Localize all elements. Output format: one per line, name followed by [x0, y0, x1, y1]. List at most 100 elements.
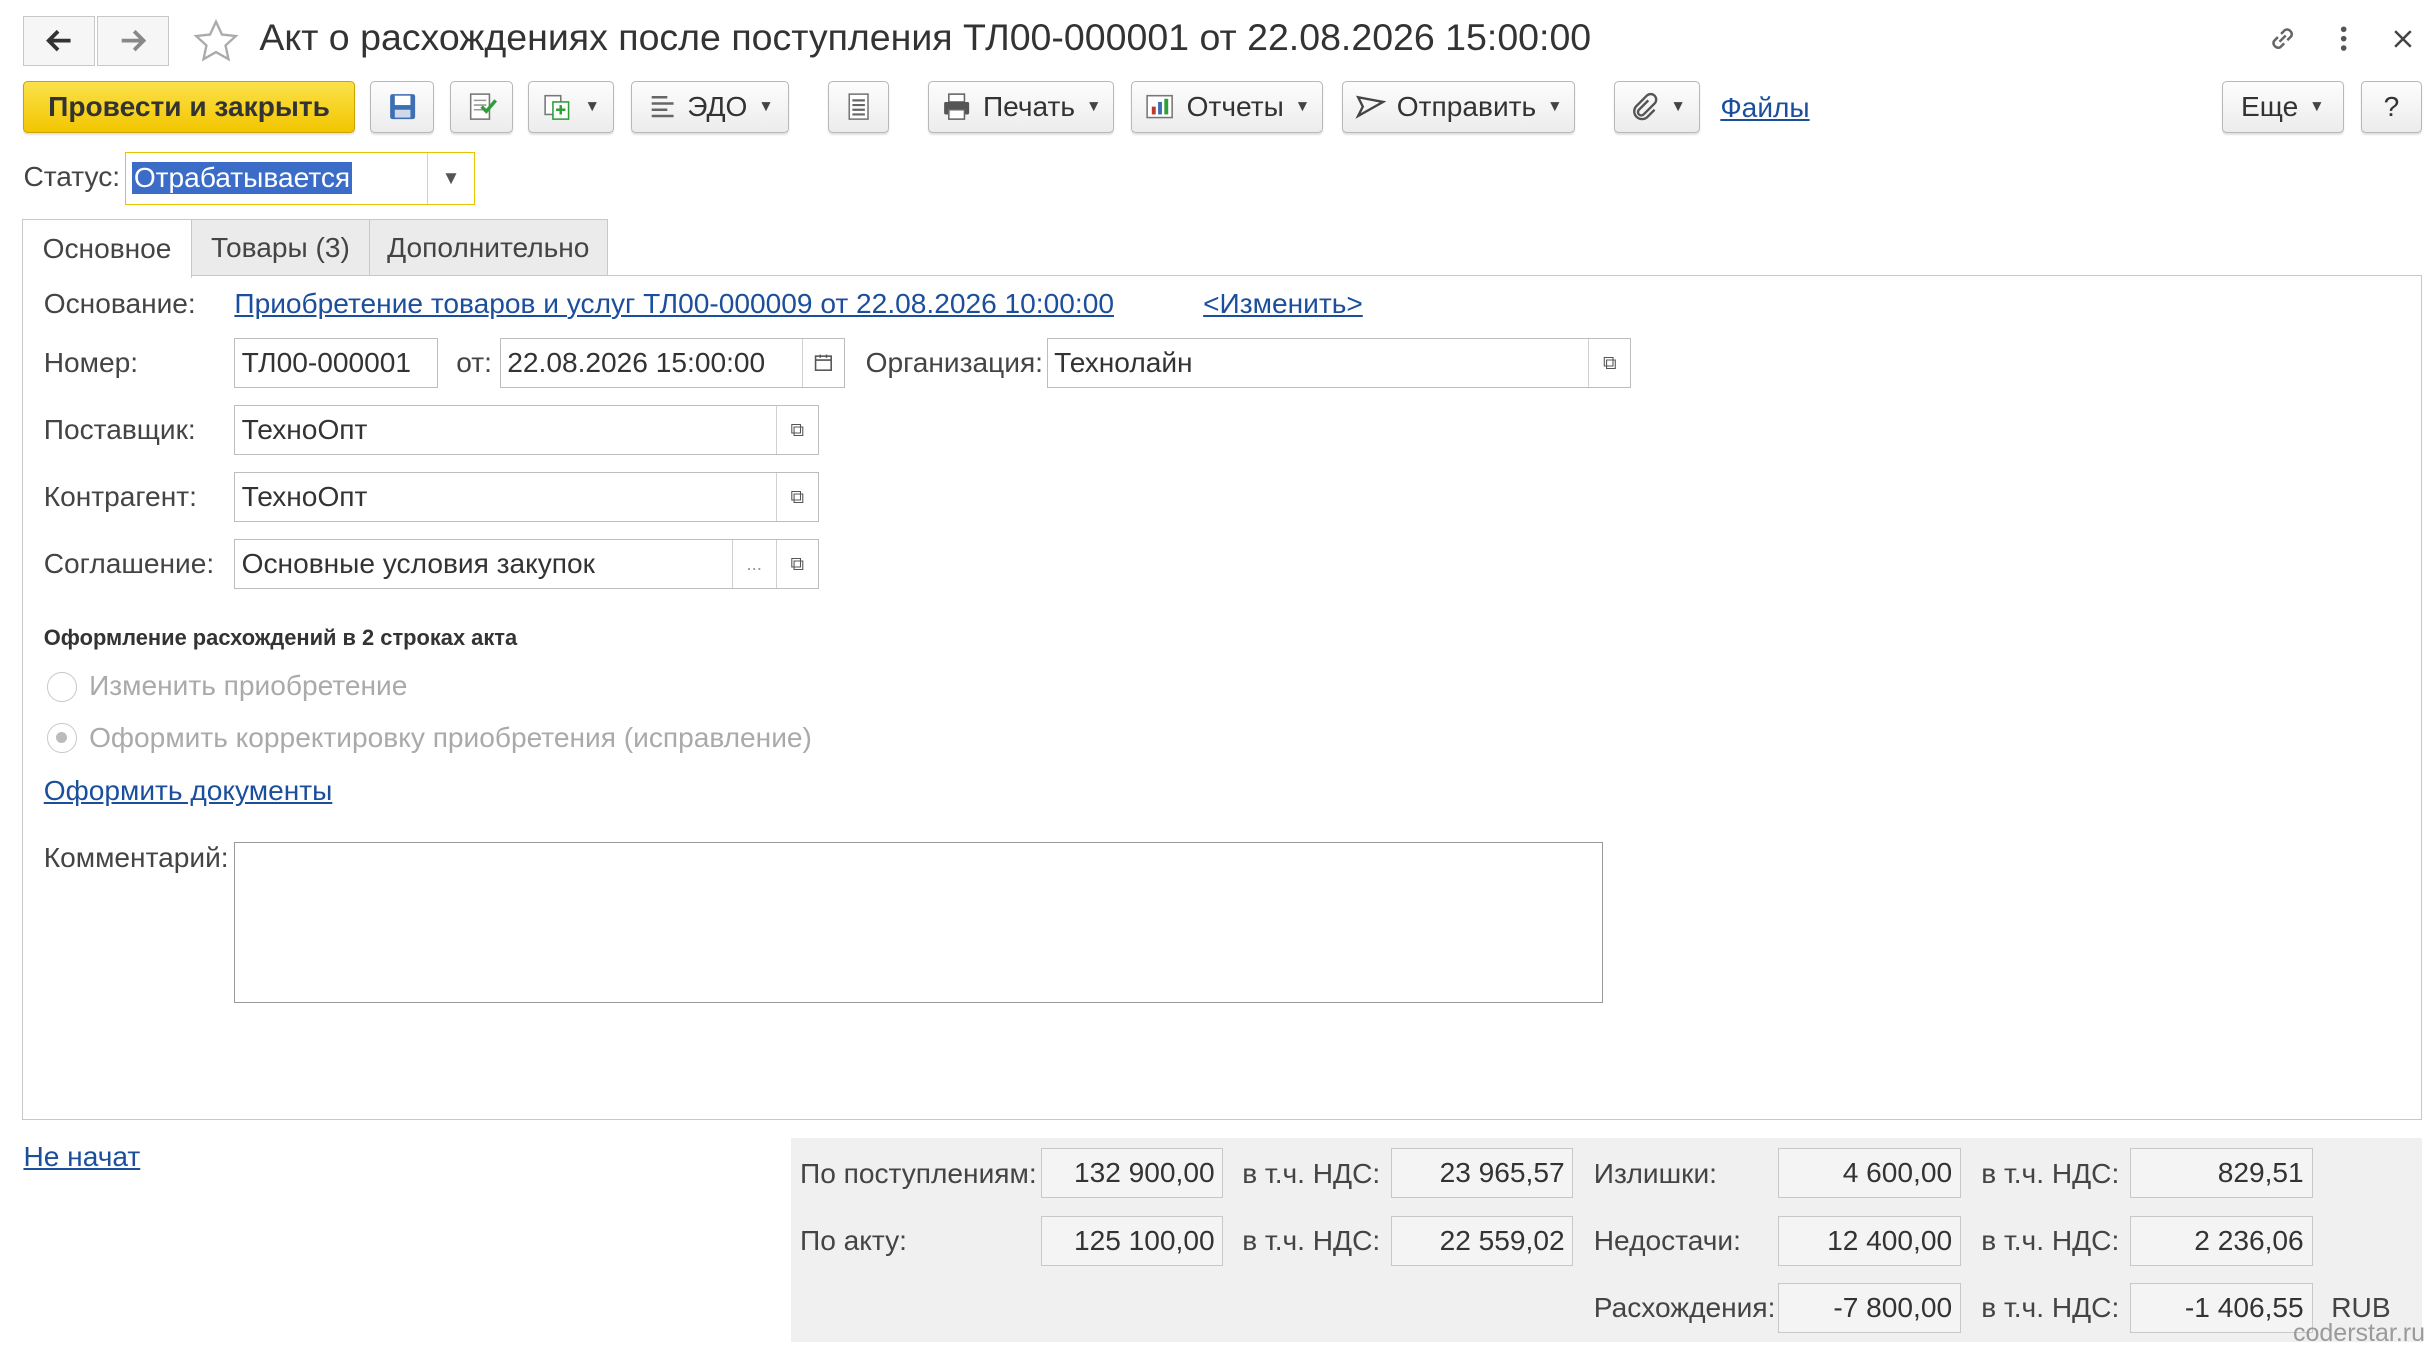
- edo-button[interactable]: ЭДО ▼: [631, 81, 790, 133]
- comment-textarea[interactable]: [234, 842, 1604, 1004]
- send-label: Отправить: [1396, 91, 1537, 123]
- surplus-vat-label: в т.ч. НДС:: [1981, 1157, 2120, 1189]
- select-ellipsis-button[interactable]: ...: [731, 540, 776, 589]
- radio-change-purchase[interactable]: [46, 671, 77, 702]
- counterparty-value: ТехноОпт: [241, 480, 368, 512]
- chevron-down-icon[interactable]: ▼: [427, 152, 474, 204]
- counterparty-label: Контрагент:: [43, 481, 197, 513]
- back-button[interactable]: [23, 15, 96, 66]
- watermark: coderstar.ru: [2292, 1319, 2425, 1348]
- counterparty-field[interactable]: ТехноОпт ⧉: [234, 471, 819, 522]
- reports-label: Отчеты: [1186, 91, 1284, 123]
- more-menu-icon[interactable]: [2323, 19, 2364, 60]
- create-documents-link[interactable]: Оформить документы: [44, 775, 333, 807]
- post-and-close-button[interactable]: Провести и закрыть: [23, 81, 355, 133]
- discrepancy-vat-label: в т.ч. НДС:: [1981, 1292, 2120, 1324]
- more-label: Еще: [2241, 91, 2299, 123]
- create-based-on-button[interactable]: ▼: [528, 81, 615, 133]
- open-icon[interactable]: ⧉: [775, 472, 818, 521]
- by-receipts-label: По поступлениям:: [800, 1157, 1037, 1189]
- discrepancy-label: Расхождения:: [1593, 1292, 1776, 1324]
- radio-change-purchase-label: Изменить приобретение: [89, 670, 408, 702]
- tab-goods[interactable]: Товары (3): [190, 218, 371, 277]
- number-field[interactable]: ТЛ00-000001: [234, 337, 438, 388]
- list-view-button[interactable]: [828, 81, 890, 133]
- discrepancy-value: -7 800,00: [1778, 1282, 1961, 1333]
- open-icon[interactable]: ⧉: [775, 540, 818, 589]
- printer-icon: [943, 93, 969, 121]
- chevron-down-icon: ▼: [758, 98, 774, 116]
- radio-correction-label: Оформить корректировку приобретения (исп…: [89, 721, 812, 753]
- by-act-label: По акту:: [800, 1225, 907, 1256]
- chevron-down-icon: ▼: [2309, 98, 2325, 116]
- shortage-label: Недостачи:: [1593, 1225, 1741, 1256]
- organization-label: Организация:: [865, 346, 1043, 378]
- open-icon[interactable]: ⧉: [1588, 338, 1630, 387]
- list-icon: [848, 93, 869, 121]
- by-act-vat-value: 22 559,02: [1390, 1215, 1574, 1266]
- by-act-value: 125 100,00: [1040, 1215, 1224, 1266]
- date-field[interactable]: 22.08.2026 15:00:00: [500, 337, 846, 388]
- edo-label: ЭДО: [687, 91, 748, 123]
- by-receipts-vat-value: 23 965,57: [1390, 1148, 1574, 1199]
- chevron-down-icon: ▼: [584, 98, 600, 116]
- not-started-link[interactable]: Не начат: [23, 1141, 140, 1173]
- date-value: 22.08.2026 15:00:00: [507, 346, 766, 378]
- chevron-down-icon: ▼: [1547, 98, 1563, 116]
- send-button[interactable]: Отправить ▼: [1342, 81, 1575, 133]
- tab-main[interactable]: Основное: [21, 218, 193, 279]
- open-icon[interactable]: ⧉: [775, 405, 818, 454]
- supplier-label: Поставщик:: [43, 414, 196, 446]
- radio-correction[interactable]: [46, 723, 77, 754]
- post-button[interactable]: [450, 81, 513, 133]
- discrepancy-header: Оформление расхождений в 2 строках акта: [43, 625, 518, 650]
- agreement-value: Основные условия закупок: [241, 548, 595, 580]
- by-act-vat-label: в т.ч. НДС:: [1242, 1225, 1381, 1256]
- help-button[interactable]: ?: [2360, 81, 2422, 133]
- basis-link[interactable]: Приобретение товаров и услуг ТЛ00-000009…: [234, 288, 1114, 320]
- favorite-star-icon[interactable]: [191, 17, 241, 67]
- date-label: от:: [456, 346, 492, 378]
- number-label: Номер:: [43, 346, 139, 378]
- edo-icon: [651, 96, 674, 118]
- attach-button[interactable]: ▼: [1614, 81, 1700, 133]
- surplus-label: Излишки:: [1593, 1157, 1717, 1189]
- reports-button[interactable]: Отчеты ▼: [1131, 81, 1324, 133]
- organization-field[interactable]: Технолайн ⧉: [1046, 337, 1632, 388]
- arrow-right-icon: [121, 29, 147, 52]
- shortage-value: 12 400,00: [1778, 1215, 1961, 1266]
- by-receipts-value: 132 900,00: [1040, 1148, 1224, 1199]
- basis-label: Основание:: [43, 287, 196, 319]
- link-icon[interactable]: [2263, 19, 2304, 60]
- forward-button[interactable]: [96, 15, 169, 66]
- supplier-field[interactable]: ТехноОпт ⧉: [234, 404, 819, 455]
- print-button[interactable]: Печать ▼: [928, 81, 1115, 133]
- more-button[interactable]: Еще ▼: [2221, 81, 2344, 133]
- arrow-left-icon: [45, 29, 71, 52]
- by-receipts-vat-label: в т.ч. НДС:: [1242, 1157, 1381, 1189]
- chevron-down-icon: ▼: [1294, 98, 1311, 116]
- tab-additional[interactable]: Дополнительно: [368, 218, 608, 277]
- agreement-label: Соглашение:: [43, 548, 215, 580]
- window-title: Акт о расхождениях после поступления ТЛ0…: [259, 15, 1592, 58]
- calendar-icon[interactable]: [802, 338, 844, 387]
- send-icon: [1354, 96, 1386, 120]
- print-label: Печать: [982, 91, 1076, 123]
- change-basis-link[interactable]: <Изменить>: [1203, 288, 1363, 320]
- organization-value: Технолайн: [1054, 346, 1193, 378]
- chevron-down-icon: ▼: [1085, 98, 1102, 116]
- shortage-vat-label: в т.ч. НДС:: [1981, 1225, 2120, 1256]
- status-label: Статус:: [23, 160, 121, 192]
- status-select[interactable]: Отрабатывается ▼: [125, 151, 475, 205]
- status-value: Отрабатывается: [132, 162, 352, 195]
- files-link[interactable]: Файлы: [1720, 92, 1809, 124]
- save-button[interactable]: [370, 81, 435, 133]
- agreement-field[interactable]: Основные условия закупок ... ⧉: [234, 539, 819, 590]
- surplus-value: 4 600,00: [1778, 1148, 1961, 1199]
- close-icon[interactable]: [2383, 19, 2424, 60]
- surplus-vat-value: 829,51: [2129, 1148, 2313, 1199]
- shortage-vat-value: 2 236,06: [2129, 1215, 2313, 1266]
- supplier-value: ТехноОпт: [241, 413, 368, 445]
- post-document-icon: [469, 93, 497, 121]
- chevron-down-icon: ▼: [1670, 98, 1686, 116]
